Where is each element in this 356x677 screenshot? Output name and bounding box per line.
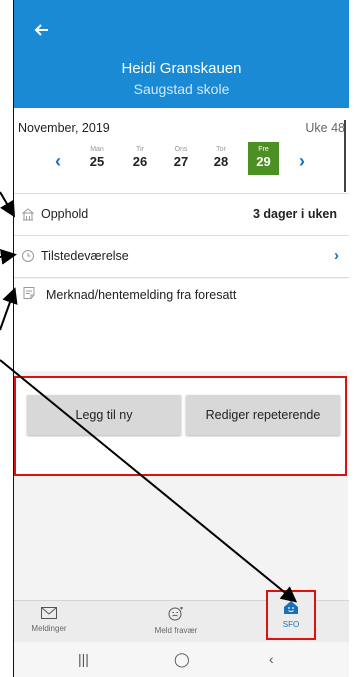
- presence-row[interactable]: Tilstedeværelse ›: [14, 236, 349, 278]
- recent-apps-icon[interactable]: |||: [78, 651, 89, 667]
- week-selector: November, 2019 Uke 48 ‹ Man 25 Tir 26 On…: [14, 108, 349, 194]
- note-icon: [23, 287, 35, 299]
- day-thursday[interactable]: Tor 28: [206, 146, 236, 169]
- day-name: Man: [90, 146, 104, 153]
- presence-label: Tilstedeværelse: [41, 249, 129, 263]
- day-friday-selected[interactable]: Fre 29: [248, 142, 279, 175]
- nav-messages-label: Meldinger: [31, 624, 67, 633]
- day-date: 28: [213, 154, 229, 169]
- action-buttons-highlight: Legg til ny Rediger repeterende: [14, 376, 347, 476]
- stay-value: 3 dager i uken: [252, 207, 337, 221]
- day-date: 27: [173, 154, 189, 169]
- device-edge: [344, 120, 346, 192]
- stay-row: Opphold 3 dager i uken: [14, 194, 349, 236]
- day-name: Ons: [174, 146, 188, 153]
- day-date: 25: [89, 154, 105, 169]
- arrow-to-note: [0, 287, 18, 331]
- day-wednesday[interactable]: Ons 27: [166, 146, 196, 169]
- day-name: Tir: [136, 146, 144, 153]
- note-label: Merknad/hentemelding fra foresatt: [46, 288, 237, 302]
- day-name: Tor: [216, 146, 226, 153]
- sfo-nav-highlight: SFO: [266, 590, 316, 640]
- nav-messages[interactable]: Meldinger: [24, 607, 74, 633]
- arrow-left-icon[interactable]: [32, 20, 52, 40]
- system-navigation-bar: ||| ◯ ‹: [14, 642, 349, 677]
- nav-absence-label: Meld fravær: [154, 626, 198, 635]
- day-tuesday[interactable]: Tir 26: [125, 146, 155, 169]
- day-monday[interactable]: Man 25: [82, 146, 112, 169]
- edit-repeating-button[interactable]: Rediger repeterende: [186, 395, 340, 435]
- sick-face-icon: [168, 607, 183, 621]
- day-name: Fre: [258, 146, 269, 153]
- back-nav-icon[interactable]: ‹: [269, 651, 274, 667]
- week-number: Uke 48: [305, 121, 345, 135]
- app-header: Heidi Granskauen Saugstad skole: [14, 0, 349, 108]
- nav-report-absence[interactable]: Meld fravær: [146, 607, 206, 635]
- clock-icon: [22, 250, 34, 262]
- building-icon: [21, 208, 35, 221]
- child-name: Heidi Granskauen: [121, 60, 242, 77]
- add-new-button[interactable]: Legg til ny: [27, 395, 181, 435]
- arrow-to-presence: [0, 248, 17, 265]
- app-screen: Heidi Granskauen Saugstad skole November…: [13, 0, 349, 677]
- day-date: 26: [132, 154, 148, 169]
- school-name: Saugstad skole: [133, 81, 230, 97]
- envelope-icon: [41, 607, 57, 619]
- day-date: 29: [256, 154, 271, 169]
- month-label: November, 2019: [18, 121, 110, 135]
- house-icon: [284, 601, 298, 614]
- arrow-to-stay: [0, 191, 16, 218]
- stay-label: Opphold: [41, 207, 89, 221]
- nav-sfo[interactable]: SFO: [268, 600, 314, 629]
- chevron-left-icon[interactable]: ‹: [55, 151, 61, 172]
- home-icon[interactable]: ◯: [174, 651, 190, 668]
- note-section[interactable]: Merknad/hentemelding fra foresatt: [14, 279, 349, 371]
- chevron-right-icon: ›: [334, 247, 339, 264]
- nav-sfo-label: SFO: [282, 620, 300, 629]
- chevron-right-icon[interactable]: ›: [299, 151, 305, 172]
